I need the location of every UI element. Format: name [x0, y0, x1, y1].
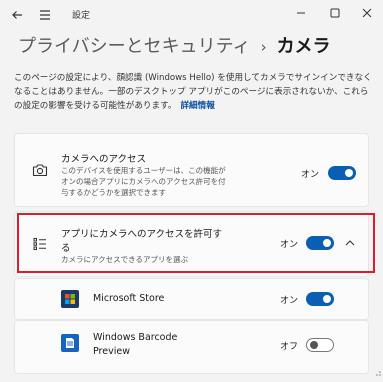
- resize-grip-icon[interactable]: [367, 362, 383, 378]
- barcode-preview-icon: [61, 334, 79, 352]
- camera-access-toggle[interactable]: [328, 166, 356, 180]
- breadcrumb-separator: ›: [260, 38, 267, 56]
- app-camera-access-title-2: る: [61, 243, 71, 254]
- hamburger-menu-icon[interactable]: [34, 4, 56, 26]
- camera-access-subtitle-3: 与するかどうかを選択できます: [61, 188, 166, 197]
- camera-access-subtitle-2: オンの場合アプリにカメラへのアクセス許可を付: [61, 177, 226, 186]
- learn-more-link[interactable]: 詳細情報: [180, 101, 214, 111]
- toggle-knob: [323, 295, 331, 303]
- app-list-icon: [31, 235, 49, 253]
- camera-access-subtitle-1: このデバイスを使用するユーザーは、この機能が: [61, 166, 226, 175]
- app-camera-access-toggle[interactable]: [306, 236, 334, 250]
- app-camera-access-title-1: アプリにカメラへのアクセスを許可す: [61, 229, 223, 240]
- app-camera-access-state: オン: [280, 240, 299, 250]
- toggle-knob: [310, 341, 318, 349]
- microsoft-store-toggle[interactable]: [306, 292, 334, 306]
- title-bar: 設定: [0, 0, 383, 30]
- camera-access-title: カメラへのアクセス: [61, 154, 147, 165]
- app-state: オフ: [280, 342, 299, 352]
- breadcrumb: プライバシーとセキュリティ › カメラ: [18, 32, 331, 58]
- camera-access-card: カメラへのアクセス このデバイスを使用するユーザーは、この機能が オンの場合アプ…: [14, 133, 369, 207]
- app-camera-access-card[interactable]: アプリにカメラへのアクセスを許可す る カメラにアクセスできるアプリを選ぶ オン: [14, 211, 369, 277]
- app-row-microsoft-store: Microsoft Store オン: [14, 278, 369, 320]
- camera-access-state: オン: [301, 170, 320, 180]
- app-name-line-2: Preview: [93, 346, 130, 357]
- app-state: オン: [280, 296, 299, 306]
- minimize-button[interactable]: [288, 3, 314, 23]
- close-button[interactable]: [354, 3, 380, 23]
- microsoft-store-icon: [61, 290, 79, 308]
- app-title: 設定: [72, 11, 91, 21]
- toggle-knob: [345, 169, 353, 177]
- back-arrow-icon[interactable]: [6, 4, 28, 26]
- page-description: このページの設定により、顔認識 (Windows Hello) を使用してカメラ…: [14, 71, 374, 113]
- camera-icon: [31, 161, 49, 179]
- maximize-button[interactable]: [322, 3, 348, 23]
- app-camera-access-subtitle: カメラにアクセスできるアプリを選ぶ: [61, 255, 188, 264]
- toggle-knob: [323, 239, 331, 247]
- windows-barcode-preview-toggle[interactable]: [306, 338, 334, 352]
- page-title: カメラ: [276, 36, 331, 57]
- app-name-line-1: Windows Barcode: [93, 332, 178, 343]
- app-name: Microsoft Store: [93, 293, 165, 304]
- app-row-windows-barcode-preview: Windows Barcode Preview オフ: [14, 320, 369, 374]
- chevron-up-icon[interactable]: [343, 236, 357, 250]
- breadcrumb-parent[interactable]: プライバシーとセキュリティ: [18, 36, 251, 57]
